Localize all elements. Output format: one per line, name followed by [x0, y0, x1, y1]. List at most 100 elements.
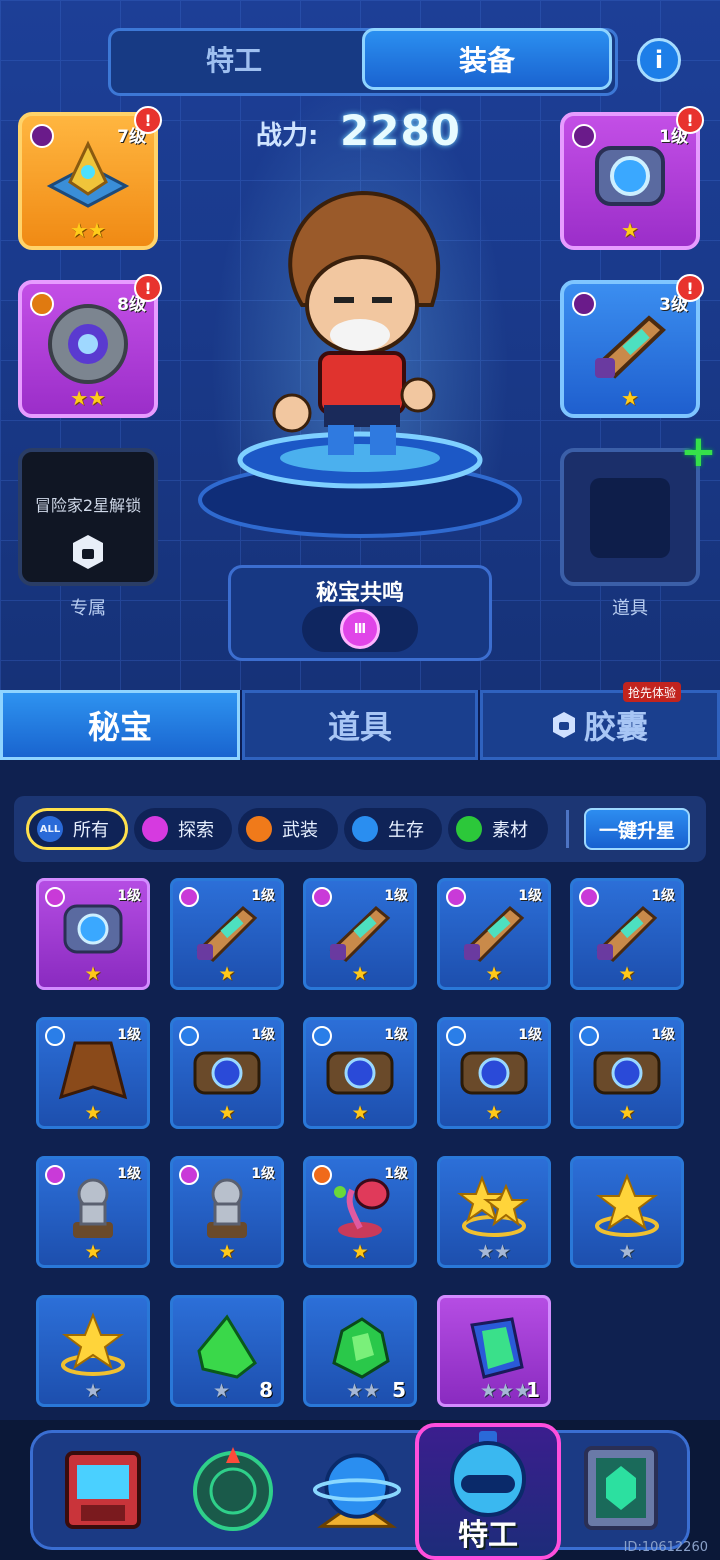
resonance-badge[interactable]: Ⅲ [302, 606, 418, 652]
equip-slot-item-empty[interactable] [560, 448, 700, 586]
filter-all-label: 所有 [73, 820, 109, 841]
orb-device-icon [48, 303, 128, 384]
treasure-card-statue[interactable]: 1级 ★ [170, 1156, 284, 1268]
treasure-card-blaster[interactable]: 1级 ★ [570, 878, 684, 990]
card-stars: ★ [84, 963, 102, 985]
early-access-tag: 抢先体验 [623, 682, 682, 702]
treasure-card-statue[interactable]: 1级 ★ [36, 1156, 150, 1268]
treasure-card-shield-box[interactable]: 1级 ★ [570, 1017, 684, 1129]
slot-stars: ★★ [70, 386, 106, 410]
slot-label-exclusive: 专属 [70, 598, 106, 619]
tab-items[interactable]: 道具 [242, 690, 478, 760]
power-value: 2280 [340, 106, 461, 155]
filter-survive[interactable]: 生存 [344, 808, 442, 850]
lock-icon [73, 535, 103, 569]
treasure-card-green-crystal[interactable]: ★ 8 [170, 1295, 284, 1407]
explore-icon [142, 816, 168, 842]
card-level: 1级 [518, 1027, 542, 1043]
nav-shop[interactable] [58, 1440, 148, 1536]
nav-gallery[interactable] [576, 1440, 666, 1536]
slot-stars: ★ [621, 218, 639, 242]
filter-explore[interactable]: 探索 [134, 808, 232, 850]
treasure-card-shield-box[interactable]: 1级 ★ [437, 1017, 551, 1129]
shop-icon [65, 1451, 141, 1529]
card-level: 1级 [251, 888, 275, 904]
resonance-tier: Ⅲ [340, 609, 380, 649]
pyramid-icon [46, 140, 130, 208]
info-icon[interactable]: i [637, 38, 681, 82]
nav-planet[interactable] [312, 1440, 402, 1536]
equip-slot-right-1[interactable]: 1级 ! ★ [560, 106, 704, 250]
treasure-card-blaster[interactable]: 1级 ★ [437, 878, 551, 990]
unlock-requirement: 冒险家2星解锁 [34, 496, 142, 515]
equip-slot-exclusive-locked[interactable]: 冒险家2星解锁 [18, 448, 158, 586]
treasure-card-shield-box[interactable]: 1级 ★ [303, 1017, 417, 1129]
agent-character[interactable] [262, 185, 458, 470]
treasure-card-blaster[interactable]: 1级 ★ [303, 878, 417, 990]
card-level: 1级 [651, 1027, 675, 1043]
empty-slot-frame [590, 478, 670, 558]
card-stars: ★★ [476, 1241, 512, 1263]
tab-agent[interactable]: 特工 [108, 28, 360, 90]
treasure-card-shield-box[interactable]: 1级 ★ [170, 1017, 284, 1129]
treasure-card-star[interactable]: ★ [36, 1295, 150, 1407]
card-level: 1级 [651, 888, 675, 904]
card-count: 8 [259, 1378, 273, 1402]
nav-agent-label: 特工 [458, 1518, 518, 1553]
add-icon[interactable]: + [680, 430, 717, 474]
card-stars: ★ [218, 1241, 236, 1263]
card-stars: ★ [84, 1102, 102, 1124]
card-level: 1级 [251, 1166, 275, 1182]
filter-explore-label: 探索 [178, 820, 214, 841]
tab-capsule[interactable]: 胶囊 [480, 690, 720, 760]
filter-survive-label: 生存 [388, 820, 424, 841]
tab-treasure[interactable]: 秘宝 [0, 690, 240, 760]
card-stars: ★ [618, 963, 636, 985]
card-level: 1级 [518, 888, 542, 904]
card-level: 1级 [117, 888, 141, 904]
user-id: ID:10612260 [623, 1540, 708, 1555]
treasure-card-cloak[interactable]: 1级 ★ [36, 1017, 150, 1129]
material-icon [456, 816, 482, 842]
green-crystal-icon [197, 1314, 257, 1379]
card-level: 1级 [117, 1166, 141, 1182]
green-crystal-cluster-icon [332, 1316, 390, 1379]
card-level: 1级 [384, 1027, 408, 1043]
treasure-card-plant[interactable]: 1级 ★ [303, 1156, 417, 1268]
treasure-card-green-crystal-cluster[interactable]: ★★ 5 [303, 1295, 417, 1407]
card-stars: ★ [84, 1380, 102, 1402]
tab-equipment[interactable]: 装备 [362, 28, 612, 90]
card-level: 1级 [117, 1027, 141, 1043]
tab-capsule-label: 胶囊 [583, 708, 648, 746]
equip-slot-left-1[interactable]: 7级 ! ★★ [18, 106, 162, 250]
upgrade-all-stars-button[interactable]: 一键升星 [584, 808, 690, 850]
nav-radar[interactable] [188, 1440, 278, 1536]
treasure-card-core-device[interactable]: 1级 ★ [36, 878, 150, 990]
slot-stars: ★★ [70, 218, 106, 242]
resonance-title: 秘宝共鸣 [315, 581, 404, 606]
star-icon [595, 1173, 659, 1237]
alert-badge: ! [676, 106, 704, 134]
nav-agent[interactable] [443, 1424, 533, 1520]
filter-all[interactable]: ALL 所有 [26, 808, 128, 850]
card-stars: ★ [618, 1102, 636, 1124]
filter-armed[interactable]: 武装 [238, 808, 338, 850]
filter-armed-label: 武装 [282, 820, 318, 841]
card-stars: ★ [351, 1102, 369, 1124]
treasure-card-star[interactable]: ★ [570, 1156, 684, 1268]
divider [566, 810, 569, 848]
planet-icon [312, 1453, 402, 1528]
slot-stars: ★ [621, 386, 639, 410]
card-count: 1 [526, 1378, 540, 1402]
double-star-icon [457, 1174, 529, 1237]
card-stars: ★ [218, 1102, 236, 1124]
alert-badge: ! [134, 274, 162, 302]
card-count: 5 [392, 1378, 406, 1402]
card-level: 1级 [251, 1027, 275, 1043]
equip-slot-right-2[interactable]: 3级 ! ★ [560, 274, 704, 418]
treasure-card-purple-crystal[interactable]: ★★★ 1 [437, 1295, 551, 1407]
filter-material[interactable]: 素材 [448, 808, 548, 850]
treasure-card-blaster[interactable]: 1级 ★ [170, 878, 284, 990]
treasure-card-double-star[interactable]: ★★ [437, 1156, 551, 1268]
equip-slot-left-2[interactable]: 8级 ! ★★ [18, 274, 162, 418]
